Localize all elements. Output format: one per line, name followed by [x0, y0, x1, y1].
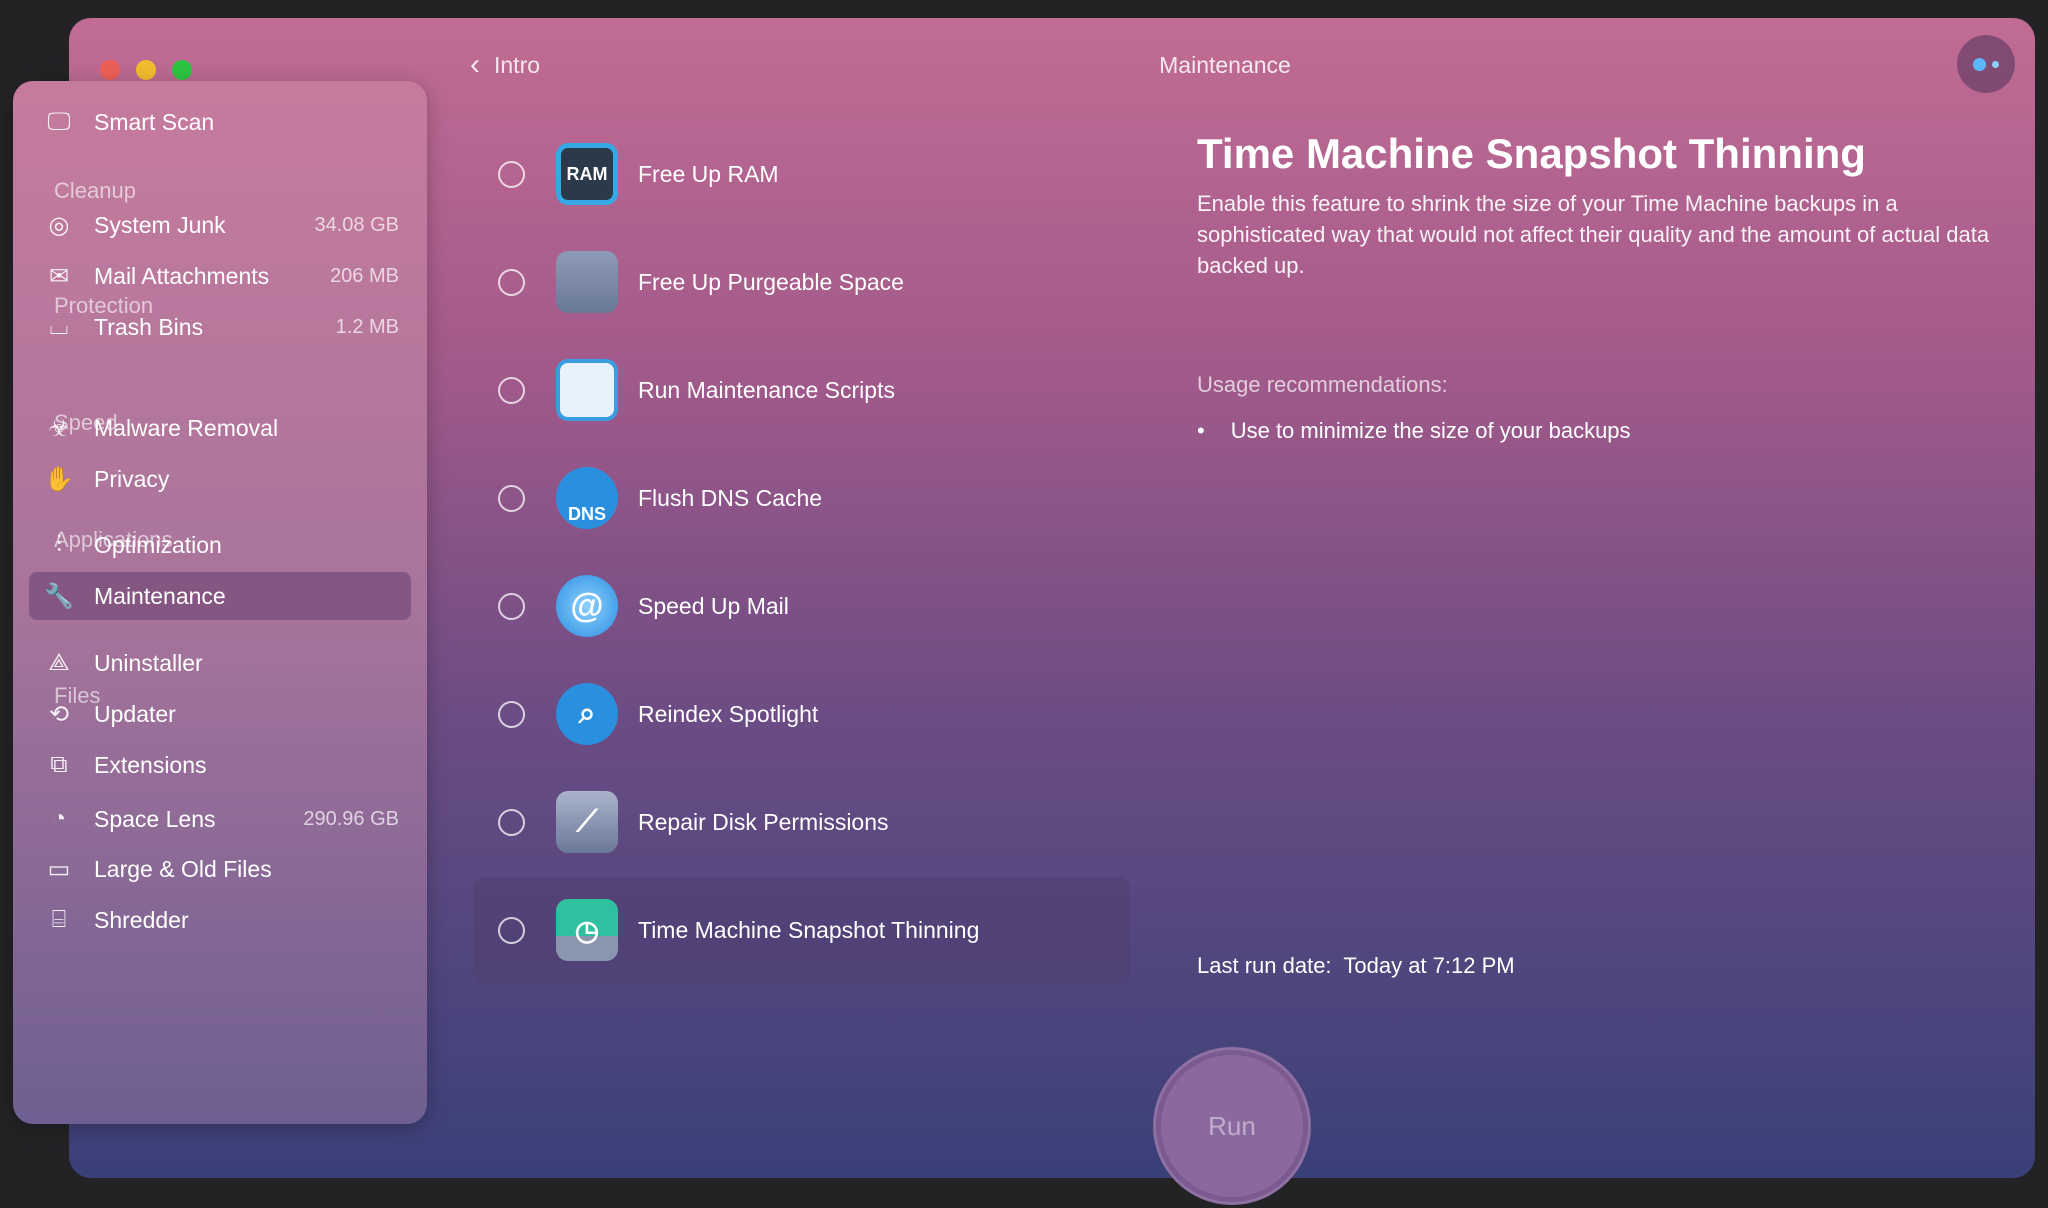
- sidebar-item-space-lens[interactable]: ◔ Space Lens 290.96 GB: [29, 795, 411, 843]
- sidebar-section-title: Applications: [54, 527, 173, 552]
- task-checkbox[interactable]: [498, 700, 525, 728]
- sidebar: 🖵 Smart Scan Cleanup ◎ System Junk 34.08 GB…: [13, 81, 427, 1124]
- task-label: Reindex Spotlight: [638, 700, 819, 727]
- task-label: Run Maintenance Scripts: [638, 376, 895, 403]
- run-button[interactable]: Run: [1156, 1050, 1308, 1202]
- detail-panel: Time Machine Snapshot Thinning Enable th…: [1197, 130, 1997, 281]
- task-row[interactable]: RAM Free Up RAM: [473, 121, 1130, 227]
- folder-icon: ▭: [47, 855, 71, 883]
- task-label: Repair Disk Permissions: [638, 808, 889, 835]
- spotlight-icon: ⌕: [556, 683, 618, 745]
- task-label: Free Up RAM: [638, 160, 779, 187]
- usage-title: Usage recommendations:: [1197, 372, 1448, 397]
- sidebar-item-extensions[interactable]: ⧉ Extensions: [29, 741, 411, 789]
- assistant-button[interactable]: [1957, 35, 2015, 93]
- task-checkbox[interactable]: [498, 484, 525, 512]
- dns-icon: DNS: [556, 467, 618, 529]
- task-checkbox[interactable]: [498, 808, 525, 836]
- sidebar-item-large-old-files[interactable]: ▭ Large & Old Files: [29, 845, 411, 893]
- sidebar-item-shredder[interactable]: ⌸ Shredder: [29, 896, 411, 944]
- wrench-icon: 🔧: [44, 582, 74, 610]
- task-label: Flush DNS Cache: [638, 484, 823, 511]
- space-lens-icon: ◔: [51, 805, 67, 832]
- last-run: Last run date: Today at 7:12 PM: [1197, 953, 1515, 978]
- sidebar-item-maintenance[interactable]: 🔧 Maintenance: [29, 572, 411, 620]
- size-value: 1.2 MB: [335, 315, 399, 338]
- task-row[interactable]: ⟋ Repair Disk Permissions: [473, 769, 1130, 875]
- usage-item: • Use to minimize the size of your backu…: [1197, 418, 1631, 443]
- task-checkbox[interactable]: [498, 916, 525, 944]
- zoom-window-button[interactable]: [172, 60, 192, 80]
- dot-icon: [1992, 60, 1999, 68]
- disk-repair-icon: ⟋: [556, 791, 618, 853]
- sidebar-section-title: Protection: [54, 293, 154, 318]
- back-button[interactable]: ‹ Intro: [470, 48, 540, 82]
- size-value: 206 MB: [330, 264, 399, 287]
- task-label: Speed Up Mail: [638, 592, 789, 619]
- detail-title: Time Machine Snapshot Thinning: [1197, 130, 1866, 177]
- shredder-icon: ⌸: [51, 906, 67, 933]
- ram-icon: RAM: [556, 143, 618, 205]
- hand-icon: ✋: [44, 465, 74, 493]
- extensions-icon: ⧉: [50, 751, 68, 778]
- sidebar-section-title: Speed: [54, 410, 118, 435]
- clipboard-icon: [556, 359, 618, 421]
- task-checkbox[interactable]: [498, 268, 525, 296]
- sidebar-item-uninstaller[interactable]: ⟁ Uninstaller: [29, 639, 411, 687]
- sidebar-item-smart-scan[interactable]: 🖵 Smart Scan: [29, 98, 411, 146]
- task-row[interactable]: ◷ Time Machine Snapshot Thinning: [473, 877, 1130, 983]
- sidebar-item-privacy[interactable]: ✋ Privacy: [29, 455, 411, 503]
- task-row[interactable]: ⌕ Reindex Spotlight: [473, 661, 1130, 767]
- task-checkbox[interactable]: [498, 160, 525, 188]
- size-value: 290.96 GB: [303, 807, 399, 830]
- disk-icon: [556, 251, 618, 313]
- detail-description: Enable this feature to shrink the size o…: [1197, 191, 1990, 278]
- bullet-icon: •: [1197, 418, 1205, 443]
- task-label: Free Up Purgeable Space: [638, 268, 904, 295]
- system-junk-icon: ◎: [48, 211, 70, 239]
- close-window-button[interactable]: [100, 60, 120, 80]
- task-label: Time Machine Snapshot Thinning: [638, 916, 980, 943]
- mail-icon: ✉: [48, 262, 70, 290]
- size-value: 34.08 GB: [314, 213, 399, 236]
- sidebar-section-title: Files: [54, 683, 101, 708]
- minimize-window-button[interactable]: [136, 60, 156, 80]
- monitor-icon: 🖵: [47, 108, 71, 135]
- task-checkbox[interactable]: [498, 592, 525, 620]
- dot-icon: [1973, 57, 1986, 71]
- task-row[interactable]: Free Up Purgeable Space: [473, 229, 1130, 335]
- mail-speed-icon: @: [556, 575, 618, 637]
- chevron-left-icon: ‹: [470, 48, 480, 81]
- task-row[interactable]: DNS Flush DNS Cache: [473, 445, 1130, 551]
- page-title: Maintenance: [1159, 52, 1291, 78]
- task-checkbox[interactable]: [498, 376, 525, 404]
- uninstaller-icon: ⟁: [48, 649, 70, 676]
- time-machine-icon: ◷: [556, 899, 618, 961]
- task-row[interactable]: Run Maintenance Scripts: [473, 337, 1130, 443]
- task-row[interactable]: @ Speed Up Mail: [473, 553, 1130, 659]
- sidebar-item-system-junk[interactable]: ◎ System Junk 34.08 GB: [29, 201, 411, 249]
